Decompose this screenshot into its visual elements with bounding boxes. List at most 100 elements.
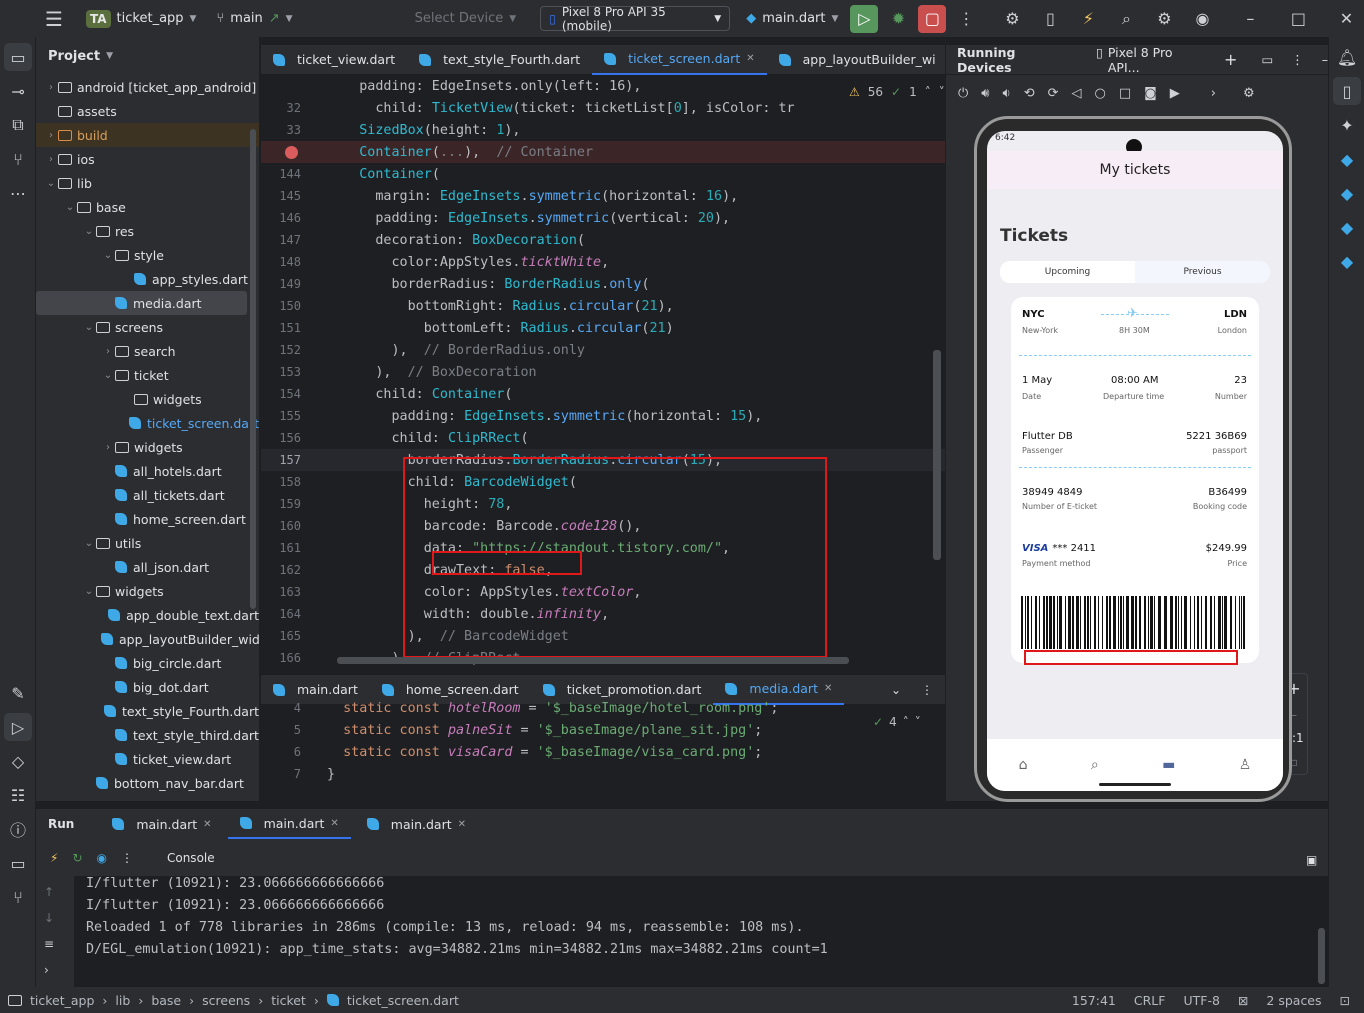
chevron-up-icon[interactable]: ˄ [903, 715, 909, 729]
chevron-down-icon[interactable]: ⌄ [101, 250, 115, 261]
breadcrumb-item[interactable]: ticket_app [30, 993, 94, 1008]
code-line[interactable]: Container(...), // Container [261, 141, 945, 163]
code-line[interactable]: 154 child: Container( [261, 383, 945, 405]
back-icon[interactable]: ◁ [1072, 86, 1082, 101]
tree-item[interactable]: › ios [36, 147, 259, 171]
running-devices-icon[interactable]: ▯ [1333, 77, 1361, 105]
code-line[interactable]: 151 bottomLeft: Radius.circular(21) [261, 317, 945, 339]
tree-item[interactable]: ⌄ utils [36, 531, 259, 555]
code-line[interactable]: 7} [261, 763, 945, 785]
project-folder-icon[interactable]: ▭ [4, 43, 32, 71]
code-line[interactable]: 32 child: TicketView(ticket: ticketList[… [261, 97, 945, 119]
code-line[interactable]: 5 static const palneSit = '$_baseImage/p… [261, 719, 945, 741]
console-output[interactable]: I/flutter (10921): 23.066666666666666 I/f… [74, 876, 1328, 987]
more-vertical-icon[interactable]: ⋮ [121, 851, 133, 865]
tree-item[interactable]: ⌄ style [36, 243, 259, 267]
chevron-down-icon[interactable]: ⌄ [82, 538, 96, 549]
run-config-dropdown[interactable]: ◆ main.dart ▼ [740, 11, 844, 26]
layout-toggle-icon[interactable]: ▣ [1306, 853, 1317, 867]
volume-up-icon[interactable]: 🔊︎ [981, 86, 989, 101]
tree-item[interactable]: all_hotels.dart [36, 459, 259, 483]
inspection-widget[interactable]: ⚠ 56 ✓ 1 ˄ ˅ [849, 85, 945, 99]
readonly-icon[interactable]: ⊠ [1238, 993, 1248, 1008]
breadcrumb-item[interactable]: ticket_screen.dart [347, 993, 459, 1008]
tree-item[interactable]: all_json.dart [36, 555, 259, 579]
flutter-inspector-icon[interactable]: ⚙ [998, 5, 1026, 33]
file-encoding[interactable]: UTF-8 [1183, 993, 1219, 1008]
cursor-position[interactable]: 157:41 [1072, 993, 1116, 1008]
tree-item[interactable]: ticket_view.dart [36, 747, 259, 771]
tree-item[interactable]: app_layoutBuilder_widg [36, 627, 259, 651]
rotate-left-icon[interactable]: ⟲ [1024, 86, 1035, 101]
chevron-down-icon[interactable]: ˅ [939, 85, 945, 99]
horizontal-scrollbar[interactable] [337, 657, 849, 664]
logcat-icon[interactable]: ☷ [4, 781, 32, 809]
nav-profile-icon[interactable]: ♙ [1239, 757, 1252, 773]
tree-item[interactable]: ⌄ lib [36, 171, 259, 195]
code-line[interactable]: 150 bottomRight: Radius.circular(21), [261, 295, 945, 317]
code-line[interactable]: 4 static const hotelRoom = '$_baseImage/… [261, 697, 945, 719]
run-tab[interactable]: main.dart ✕ [100, 809, 223, 839]
lower-inspection-widget[interactable]: ✓ 4 ˄ ˅ [873, 715, 921, 729]
flutter-deep-links-icon[interactable]: ◆ [1333, 247, 1361, 275]
code-line[interactable]: 33 SizedBox(height: 1), [261, 119, 945, 141]
rotate-right-icon[interactable]: ⟳ [1048, 86, 1059, 101]
tree-item[interactable]: big_dot.dart [36, 675, 259, 699]
device-tab[interactable]: ▯ Pixel 8 Pro API... [1096, 45, 1202, 75]
tab-ticket-screen-dart[interactable]: ticket_screen.dart ✕ [592, 45, 767, 75]
code-line[interactable]: 145 margin: EdgeInsets.symmetric(horizon… [261, 185, 945, 207]
nav-ticket-icon[interactable]: ▬ [1162, 757, 1175, 773]
home-icon[interactable]: ○ [1095, 86, 1106, 101]
chevron-down-icon[interactable]: ˅ [915, 715, 921, 729]
expand-icon[interactable]: › [44, 963, 54, 977]
device-dropdown[interactable]: ▯ Pixel 8 Pro API 35 (mobile) ▼ [540, 5, 731, 33]
run-tool-icon[interactable]: ▷ [4, 713, 32, 741]
gemini-icon[interactable]: ✦ [1333, 111, 1361, 139]
code-line[interactable]: 147 decoration: BoxDecoration( [261, 229, 945, 251]
code-line[interactable]: 156 child: ClipRRect( [261, 427, 945, 449]
tree-item[interactable]: app_double_text.dart [36, 603, 259, 627]
code-line[interactable]: 149 borderRadius: BorderRadius.only( [261, 273, 945, 295]
main-menu-icon[interactable]: ☰ [40, 5, 68, 33]
tree-item[interactable]: text_style_third.dart [36, 723, 259, 747]
lock-icon[interactable]: ⊡ [1340, 993, 1350, 1008]
search-icon[interactable]: ⌕ [1112, 5, 1140, 33]
screenshot-icon[interactable]: ◙ [1144, 86, 1157, 101]
tree-item[interactable]: all_tickets.dart [36, 483, 259, 507]
minimize-icon[interactable]: – [1236, 5, 1264, 33]
tabs-overflow-icon[interactable]: ⌄ [883, 683, 909, 697]
chevron-right-icon[interactable]: › [44, 130, 58, 141]
tree-item[interactable]: ⌄ ticket [36, 363, 259, 387]
tree-item[interactable]: ⌄ screens [36, 315, 259, 339]
gem-icon[interactable]: ◇ [4, 747, 32, 775]
indent-setting[interactable]: 2 spaces [1266, 993, 1321, 1008]
volume-down-icon[interactable]: 🔉︎ [1003, 86, 1011, 101]
settings-gear-icon[interactable]: ⚙ [1150, 5, 1178, 33]
console-tab[interactable]: Console [167, 851, 215, 865]
close-icon[interactable]: ✕ [746, 53, 754, 64]
code-line[interactable]: 146 padding: EdgeInsets.symmetric(vertic… [261, 207, 945, 229]
tree-item[interactable]: widgets [36, 387, 259, 411]
chevron-right-icon[interactable]: › [101, 346, 115, 357]
tab-previous[interactable]: Previous [1135, 261, 1270, 283]
power-icon[interactable]: ⏻ [958, 86, 968, 101]
close-icon[interactable]: ✕ [824, 683, 832, 694]
chevron-down-icon[interactable]: ⌄ [63, 202, 77, 213]
nav-search-icon[interactable]: ⌕ [1091, 757, 1099, 773]
console-scrollbar[interactable] [1318, 928, 1325, 984]
more-vertical-icon[interactable]: ⋮ [1291, 52, 1304, 67]
chevron-down-icon[interactable]: ⌄ [44, 178, 58, 189]
stop-icon[interactable]: ▢ [918, 4, 947, 33]
pull-requests-icon[interactable]: ⑂ [4, 145, 32, 173]
tree-item[interactable]: ticket_screen.dart [36, 411, 259, 435]
commit-icon[interactable]: ⊸ [4, 77, 32, 105]
debug-icon[interactable]: ✹ [884, 5, 912, 33]
settings-icon[interactable]: ⚙ [1243, 86, 1255, 101]
line-separator[interactable]: CRLF [1134, 993, 1166, 1008]
chevron-down-icon[interactable]: ⌄ [101, 370, 115, 381]
soft-wrap-icon[interactable]: ≡ [44, 937, 54, 951]
breadcrumb-item[interactable]: screens [202, 993, 250, 1008]
tree-item[interactable]: text_style_Fourth.dart [36, 699, 259, 723]
layout-icon[interactable]: ▭ [1261, 52, 1273, 67]
run-icon[interactable]: ▷ [850, 4, 879, 33]
